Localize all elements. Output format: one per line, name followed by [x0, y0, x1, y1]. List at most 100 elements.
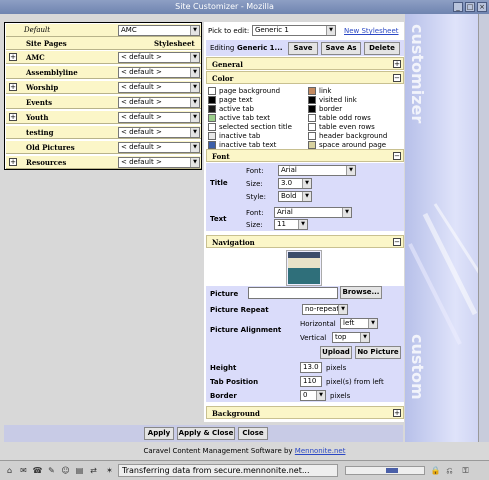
- delete-button[interactable]: Delete: [364, 42, 400, 55]
- composer-icon[interactable]: ✎: [46, 465, 57, 476]
- section-font[interactable]: Font −: [206, 149, 404, 162]
- save-as-button[interactable]: Save As: [321, 42, 361, 55]
- picture-file-input[interactable]: [248, 287, 338, 299]
- close-icon[interactable]: ×: [477, 2, 487, 12]
- pick-stylesheet-value: Generic 1: [255, 26, 289, 34]
- security-icon[interactable]: ⚿: [460, 465, 471, 476]
- color-label[interactable]: table even rows: [319, 123, 375, 131]
- chevron-down-icon: ▼: [326, 26, 335, 35]
- title-size-value: 3.0: [281, 179, 293, 187]
- collapse-icon[interactable]: −: [393, 238, 401, 246]
- color-label[interactable]: page text: [219, 96, 253, 104]
- navigator-icon[interactable]: ⌂: [4, 465, 15, 476]
- maximize-icon[interactable]: □: [465, 2, 475, 12]
- color-swatch[interactable]: [208, 123, 216, 131]
- footer-link[interactable]: Mennonite.net: [295, 447, 346, 455]
- page-stylesheet-select[interactable]: < default > ▼: [118, 157, 200, 168]
- color-swatch[interactable]: [208, 105, 216, 113]
- page-stylesheet-select[interactable]: < default > ▼: [118, 142, 200, 153]
- vertical-align-select[interactable]: top ▼: [332, 332, 370, 343]
- title-size-select[interactable]: 3.0 ▼: [278, 178, 312, 189]
- network-icon[interactable]: ⇄: [88, 465, 99, 476]
- picture-repeat-select[interactable]: no-repeat ▼: [302, 304, 348, 315]
- border-select[interactable]: 0 ▼: [300, 390, 326, 401]
- chevron-down-icon: ▼: [298, 220, 307, 229]
- color-swatch[interactable]: [208, 96, 216, 104]
- height-input[interactable]: 13.0: [300, 362, 322, 373]
- expand-icon[interactable]: +: [9, 113, 17, 121]
- color-label[interactable]: page background: [219, 87, 280, 95]
- section-general[interactable]: General +: [206, 57, 404, 70]
- page-stylesheet-select[interactable]: < default > ▼: [118, 82, 200, 93]
- new-stylesheet-link[interactable]: New Stylesheet: [344, 27, 399, 35]
- color-swatch[interactable]: [208, 132, 216, 140]
- section-navigation[interactable]: Navigation −: [206, 235, 404, 248]
- color-swatch[interactable]: [308, 132, 316, 140]
- calendar-icon[interactable]: ▤: [74, 465, 85, 476]
- save-button[interactable]: Save: [288, 42, 318, 55]
- upload-button[interactable]: Upload: [320, 346, 352, 359]
- expand-icon[interactable]: +: [9, 53, 17, 61]
- stylesheet-heading: Stylesheet: [154, 39, 195, 48]
- color-swatch[interactable]: [308, 123, 316, 131]
- apply-button[interactable]: Apply: [144, 427, 174, 440]
- collapse-icon[interactable]: −: [393, 152, 401, 160]
- color-label[interactable]: border: [319, 105, 342, 113]
- close-button[interactable]: Close: [238, 427, 268, 440]
- window-titlebar[interactable]: Site Customizer - Mozilla _ □ ×: [0, 0, 489, 14]
- color-label[interactable]: header background: [319, 132, 387, 140]
- color-label[interactable]: link: [319, 87, 331, 95]
- horizontal-align-select[interactable]: left ▼: [340, 318, 378, 329]
- apply-close-button[interactable]: Apply & Close: [177, 427, 235, 440]
- color-swatch[interactable]: [308, 141, 316, 149]
- color-label[interactable]: space around page: [319, 141, 386, 149]
- page-label: Youth: [26, 113, 49, 122]
- vertical-scrollbar[interactable]: [478, 14, 489, 450]
- chevron-down-icon: ▼: [190, 143, 199, 152]
- tab-position-input[interactable]: 110: [300, 376, 322, 387]
- color-swatch[interactable]: [208, 114, 216, 122]
- section-background[interactable]: Background +: [206, 406, 404, 419]
- expand-icon[interactable]: +: [393, 60, 401, 68]
- address-book-icon[interactable]: ☎: [32, 465, 43, 476]
- color-swatch[interactable]: [308, 87, 316, 95]
- chat-icon[interactable]: ☺: [60, 465, 71, 476]
- color-label[interactable]: visited link: [319, 96, 357, 104]
- minimize-icon[interactable]: _: [453, 2, 463, 12]
- status-text: Transferring data from secure.mennonite.…: [118, 464, 338, 477]
- vertical-label: Vertical: [300, 334, 327, 342]
- color-swatch[interactable]: [208, 87, 216, 95]
- expand-icon[interactable]: +: [393, 409, 401, 417]
- title-style-select[interactable]: Bold ▼: [278, 191, 312, 202]
- color-swatch[interactable]: [308, 96, 316, 104]
- color-label[interactable]: active tab: [219, 105, 254, 113]
- page-stylesheet-value: < default >: [121, 83, 162, 91]
- expand-icon[interactable]: +: [9, 83, 17, 91]
- expand-icon[interactable]: +: [9, 158, 17, 166]
- default-stylesheet-select[interactable]: AMC ▼: [118, 25, 200, 36]
- page-stylesheet-select[interactable]: < default > ▼: [118, 112, 200, 123]
- color-label[interactable]: inactive tab text: [219, 141, 276, 149]
- title-font-select[interactable]: Arial ▼: [278, 165, 356, 176]
- color-swatch[interactable]: [308, 105, 316, 113]
- text-size-select[interactable]: 11 ▼: [274, 219, 308, 230]
- color-label[interactable]: inactive tab: [219, 132, 260, 140]
- color-label[interactable]: table odd rows: [319, 114, 371, 122]
- collapse-icon[interactable]: −: [393, 74, 401, 82]
- no-picture-button[interactable]: No Picture: [355, 346, 401, 359]
- section-background-title: Background: [212, 409, 260, 418]
- color-swatch[interactable]: [308, 114, 316, 122]
- color-label[interactable]: selected section title: [219, 123, 292, 131]
- pick-stylesheet-select[interactable]: Generic 1 ▼: [252, 25, 336, 36]
- color-swatch[interactable]: [208, 141, 216, 149]
- page-stylesheet-select[interactable]: < default > ▼: [118, 97, 200, 108]
- page-stylesheet-select[interactable]: < default > ▼: [118, 67, 200, 78]
- section-color[interactable]: Color −: [206, 71, 404, 84]
- text-font-select[interactable]: Arial ▼: [274, 207, 352, 218]
- browse-button[interactable]: Browse...: [340, 286, 382, 299]
- page-stylesheet-select[interactable]: < default > ▼: [118, 52, 200, 63]
- mail-icon[interactable]: ✉: [18, 465, 29, 476]
- chevron-down-icon: ▼: [190, 83, 199, 92]
- color-label[interactable]: active tab text: [219, 114, 270, 122]
- page-stylesheet-select[interactable]: < default > ▼: [118, 127, 200, 138]
